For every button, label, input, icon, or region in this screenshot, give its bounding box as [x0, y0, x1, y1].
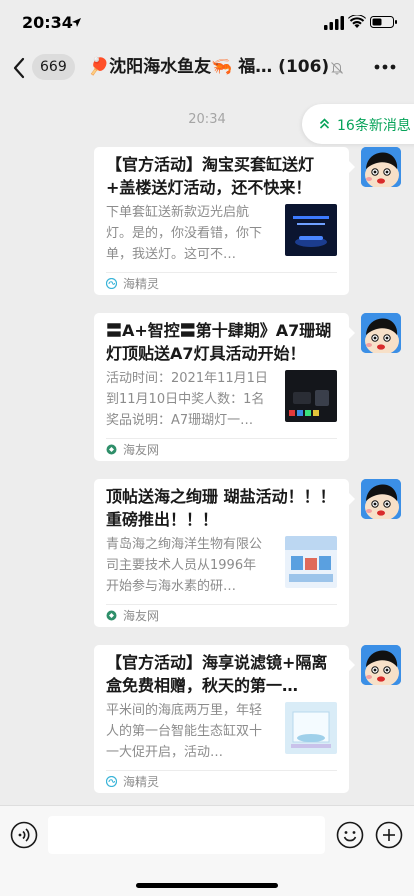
site-globe-icon: [106, 610, 117, 621]
link-card-source: 海精灵: [123, 277, 160, 291]
sender-avatar[interactable]: [361, 147, 401, 187]
link-card[interactable]: 顶帖送海之绚珊 瑚盐活动！！！ 重磅推出！！！ 青岛海之绚海洋生物有限公司主要技…: [94, 479, 355, 627]
status-bar: 20:34: [0, 0, 414, 46]
link-card[interactable]: 【官方活动】淘宝买套缸送灯+盖楼送灯活动，还不快来！ 下单套缸送新款迈光启航灯。…: [94, 147, 355, 295]
link-card-description: 下单套缸送新款迈光启航灯。是的，你没看错，你下单，我送灯。这可不…: [106, 205, 263, 262]
message-input[interactable]: [48, 816, 325, 854]
location-arrow-icon: [72, 18, 81, 27]
link-card-title: 【官方活动】淘宝买套缸送灯+盖楼送灯活动，还不快来！: [106, 155, 315, 197]
link-card-source: 海友网: [123, 609, 160, 623]
voice-input-icon[interactable]: [10, 821, 38, 849]
link-card-title: 〓A+智控〓第十肆期》A7珊瑚灯顶贴送A7灯具活动开始！: [106, 321, 332, 363]
back-arrow-icon[interactable]: [12, 57, 26, 79]
wifi-icon: [348, 15, 366, 28]
cartoon-avatar-icon: [361, 147, 401, 187]
link-card-title: 顶帖送海之绚珊 瑚盐活动！！！ 重磅推出！！！: [106, 487, 336, 529]
link-card-thumbnail: [285, 536, 337, 588]
link-card-title: 【官方活动】海享说滤镜+隔离盒免费相赠，秋天的第一…: [106, 653, 328, 695]
emoji-icon[interactable]: [336, 821, 364, 849]
home-indicator: [136, 883, 278, 888]
link-card[interactable]: 〓A+智控〓第十肆期》A7珊瑚灯顶贴送A7灯具活动开始！ 活动时间：2021年1…: [94, 313, 355, 461]
cartoon-avatar-icon: [361, 645, 401, 685]
site-globe-icon: [106, 444, 117, 455]
card-divider: [106, 438, 337, 439]
mini-program-icon: [106, 278, 117, 289]
cartoon-avatar-icon: [361, 313, 401, 353]
chat-title: 🏓沈阳海水鱼友🦐 福… (106): [88, 57, 330, 77]
link-card-thumbnail: [285, 204, 337, 256]
link-card-thumbnail: [285, 702, 337, 754]
chat-header: 669 🏓沈阳海水鱼友🦐 福… (106): [0, 46, 414, 90]
link-card-description: 青岛海之绚海洋生物有限公司主要技术人员从1996年开始参与海水素的研…: [106, 537, 263, 594]
link-card-source: 海精灵: [123, 775, 160, 789]
link-card-source: 海友网: [123, 443, 160, 457]
sender-avatar[interactable]: [361, 479, 401, 519]
link-card-description: 活动时间：2021年11月1日到11月10日中奖人数：1名奖品说明：A7珊瑚灯一…: [106, 371, 268, 428]
sender-avatar[interactable]: [361, 645, 401, 685]
plus-icon[interactable]: [375, 821, 403, 849]
new-messages-button[interactable]: 16条新消息: [302, 104, 414, 144]
link-card[interactable]: 【官方活动】海享说滤镜+隔离盒免费相赠，秋天的第一… 平米间的海底两万里，年轻人…: [94, 645, 355, 793]
mini-program-icon: [106, 776, 117, 787]
battery-icon: [370, 16, 397, 28]
card-divider: [106, 604, 337, 605]
chat-message-list[interactable]: 20:34 16条新消息 【官方活动】淘宝买套缸送灯+盖楼送灯活动，还不快来！ …: [0, 90, 414, 805]
link-card-thumbnail: [285, 370, 337, 422]
status-time: 20:34: [22, 13, 73, 32]
card-divider: [106, 770, 337, 771]
more-options-icon[interactable]: [374, 64, 396, 70]
input-bar: [0, 805, 414, 896]
new-messages-label: 16条新消息: [337, 118, 411, 134]
signal-icon: [324, 16, 344, 30]
card-divider: [106, 272, 337, 273]
cartoon-avatar-icon: [361, 479, 401, 519]
sender-avatar[interactable]: [361, 313, 401, 353]
unread-count-badge[interactable]: 669: [32, 54, 75, 80]
double-chevron-up-icon: [319, 118, 330, 129]
link-card-description: 平米间的海底两万里，年轻人的第一台智能生态缸双十一大促开启，活动…: [106, 703, 263, 760]
mute-bell-icon: [331, 62, 343, 75]
